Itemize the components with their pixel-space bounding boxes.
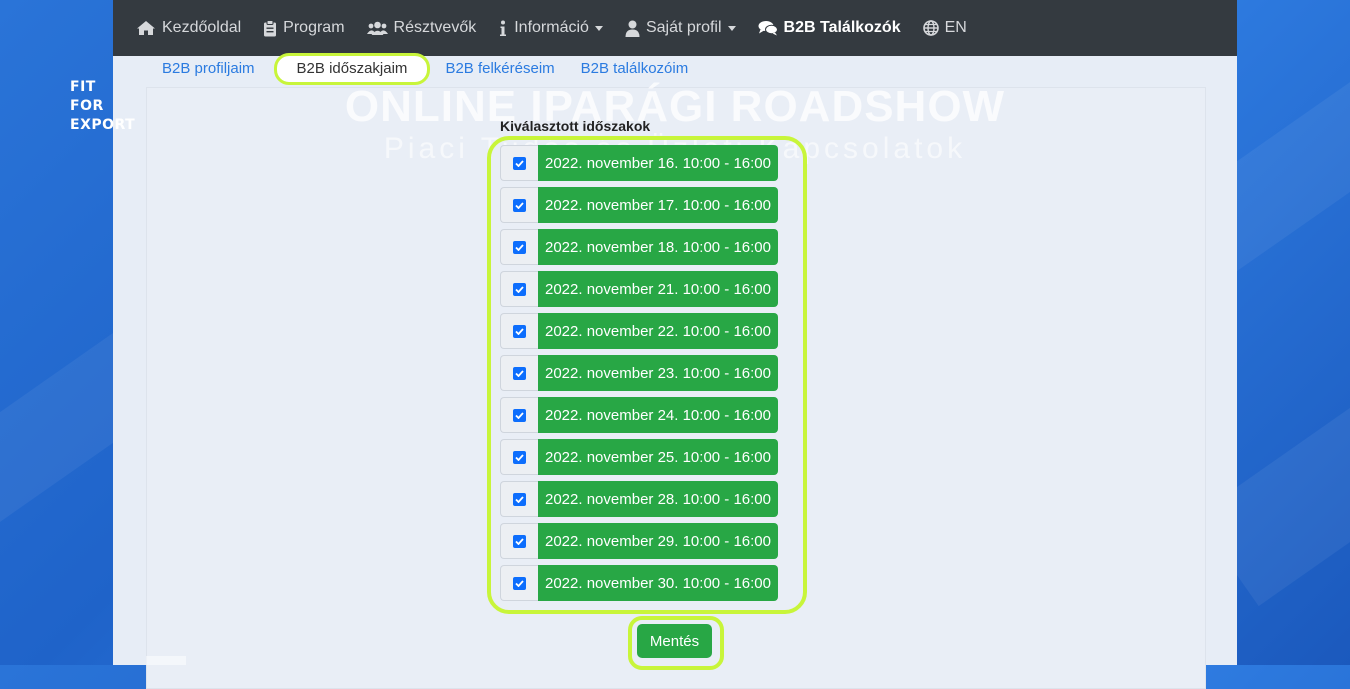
period-label: 2022. november 30. 10:00 - 16:00 bbox=[538, 565, 778, 601]
home-icon bbox=[137, 21, 155, 35]
comments-icon bbox=[758, 21, 778, 36]
nav-profile-dropdown[interactable]: Saját profil bbox=[625, 19, 736, 37]
check-icon bbox=[515, 495, 524, 503]
period-checkbox[interactable] bbox=[513, 240, 526, 254]
period-checkbox-wrapper[interactable] bbox=[500, 229, 538, 265]
logo-line-3: EXPORT bbox=[70, 117, 136, 133]
period-checkbox-wrapper[interactable] bbox=[500, 313, 538, 349]
period-label: 2022. november 22. 10:00 - 16:00 bbox=[538, 313, 778, 349]
nav-b2b-label: B2B Találkozók bbox=[783, 19, 901, 36]
clipboard-icon bbox=[264, 19, 277, 36]
period-checkbox[interactable] bbox=[513, 156, 526, 170]
nav-home[interactable]: Kezdőoldal bbox=[136, 19, 241, 37]
nav-home-label: Kezdőoldal bbox=[162, 19, 242, 36]
period-item: 2022. november 22. 10:00 - 16:00 bbox=[500, 313, 778, 349]
period-label: 2022. november 28. 10:00 - 16:00 bbox=[538, 481, 778, 517]
period-label: 2022. november 18. 10:00 - 16:00 bbox=[538, 229, 778, 265]
tab-b2b-requests[interactable]: B2B felkéréseim bbox=[433, 56, 566, 82]
b2b-tabs: B2B profiljaim B2B időszakjaim B2B felké… bbox=[150, 53, 702, 85]
period-checkbox[interactable] bbox=[513, 282, 526, 296]
nav-info-dropdown[interactable]: Információ bbox=[498, 19, 603, 37]
save-button[interactable]: Mentés bbox=[637, 624, 712, 658]
period-label: 2022. november 29. 10:00 - 16:00 bbox=[538, 523, 778, 559]
check-icon bbox=[515, 201, 524, 209]
nav-profile-label: Saját profil bbox=[645, 19, 722, 36]
period-checkbox-wrapper[interactable] bbox=[500, 565, 538, 601]
period-item: 2022. november 28. 10:00 - 16:00 bbox=[500, 481, 778, 517]
check-icon bbox=[515, 369, 524, 377]
logo-line-2: FOR bbox=[70, 98, 104, 114]
nav-program[interactable]: Program bbox=[263, 19, 345, 37]
period-item: 2022. november 23. 10:00 - 16:00 bbox=[500, 355, 778, 391]
period-checkbox[interactable] bbox=[513, 366, 526, 380]
period-list: 2022. november 16. 10:00 - 16:00 2022. n… bbox=[500, 145, 778, 607]
check-icon bbox=[515, 285, 524, 293]
check-icon bbox=[515, 243, 524, 251]
globe-icon bbox=[922, 20, 939, 36]
check-icon bbox=[515, 579, 524, 587]
period-item: 2022. november 24. 10:00 - 16:00 bbox=[500, 397, 778, 433]
period-item: 2022. november 18. 10:00 - 16:00 bbox=[500, 229, 778, 265]
scroll-indicator bbox=[146, 656, 186, 665]
period-label: 2022. november 16. 10:00 - 16:00 bbox=[538, 145, 778, 181]
chevron-down-icon bbox=[594, 25, 603, 31]
period-checkbox-wrapper[interactable] bbox=[500, 187, 538, 223]
check-icon bbox=[515, 453, 524, 461]
period-item: 2022. november 16. 10:00 - 16:00 bbox=[500, 145, 778, 181]
period-item: 2022. november 21. 10:00 - 16:00 bbox=[500, 271, 778, 307]
period-checkbox[interactable] bbox=[513, 576, 526, 590]
period-item: 2022. november 30. 10:00 - 16:00 bbox=[500, 565, 778, 601]
info-icon bbox=[500, 20, 507, 36]
period-label: 2022. november 23. 10:00 - 16:00 bbox=[538, 355, 778, 391]
period-label: 2022. november 17. 10:00 - 16:00 bbox=[538, 187, 778, 223]
period-checkbox-wrapper[interactable] bbox=[500, 271, 538, 307]
period-checkbox[interactable] bbox=[513, 324, 526, 338]
site-logo[interactable]: FIT FOR EXPORT bbox=[70, 78, 135, 135]
period-item: 2022. november 25. 10:00 - 16:00 bbox=[500, 439, 778, 475]
period-checkbox-wrapper[interactable] bbox=[500, 355, 538, 391]
check-icon bbox=[515, 327, 524, 335]
nav-b2b-meetings[interactable]: B2B Találkozók bbox=[758, 19, 901, 37]
nav-language-label: EN bbox=[944, 19, 967, 36]
main-navbar: Kezdőoldal Program Résztvevők Információ… bbox=[113, 0, 1237, 56]
check-icon bbox=[515, 159, 524, 167]
period-label: 2022. november 25. 10:00 - 16:00 bbox=[538, 439, 778, 475]
tab-b2b-meetings[interactable]: B2B találkozóim bbox=[569, 56, 701, 82]
period-checkbox-wrapper[interactable] bbox=[500, 397, 538, 433]
period-item: 2022. november 29. 10:00 - 16:00 bbox=[500, 523, 778, 559]
tab-b2b-periods[interactable]: B2B időszakjaim bbox=[273, 53, 431, 85]
period-checkbox[interactable] bbox=[513, 198, 526, 212]
period-checkbox[interactable] bbox=[513, 408, 526, 422]
logo-line-1: FIT bbox=[70, 79, 96, 95]
nav-info-label: Információ bbox=[514, 19, 589, 36]
nav-language[interactable]: EN bbox=[922, 19, 967, 37]
user-icon bbox=[625, 20, 640, 37]
nav-participants[interactable]: Résztvevők bbox=[366, 19, 477, 37]
period-checkbox[interactable] bbox=[513, 492, 526, 506]
period-label: 2022. november 21. 10:00 - 16:00 bbox=[538, 271, 778, 307]
nav-participants-label: Résztvevők bbox=[393, 19, 477, 36]
period-item: 2022. november 17. 10:00 - 16:00 bbox=[500, 187, 778, 223]
tab-b2b-profiles[interactable]: B2B profiljaim bbox=[150, 56, 267, 82]
banner-title: ONLINE IPARÁGI ROADSHOW bbox=[344, 82, 1006, 131]
chevron-down-icon bbox=[727, 25, 736, 31]
period-checkbox[interactable] bbox=[513, 450, 526, 464]
selected-periods-heading: Kiválasztott időszakok bbox=[500, 118, 651, 134]
period-label: 2022. november 24. 10:00 - 16:00 bbox=[538, 397, 778, 433]
nav-program-label: Program bbox=[283, 19, 345, 36]
period-checkbox-wrapper[interactable] bbox=[500, 145, 538, 181]
check-icon bbox=[515, 537, 524, 545]
period-checkbox[interactable] bbox=[513, 534, 526, 548]
period-checkbox-wrapper[interactable] bbox=[500, 439, 538, 475]
check-icon bbox=[515, 411, 524, 419]
period-checkbox-wrapper[interactable] bbox=[500, 523, 538, 559]
users-icon bbox=[366, 21, 388, 35]
period-checkbox-wrapper[interactable] bbox=[500, 481, 538, 517]
